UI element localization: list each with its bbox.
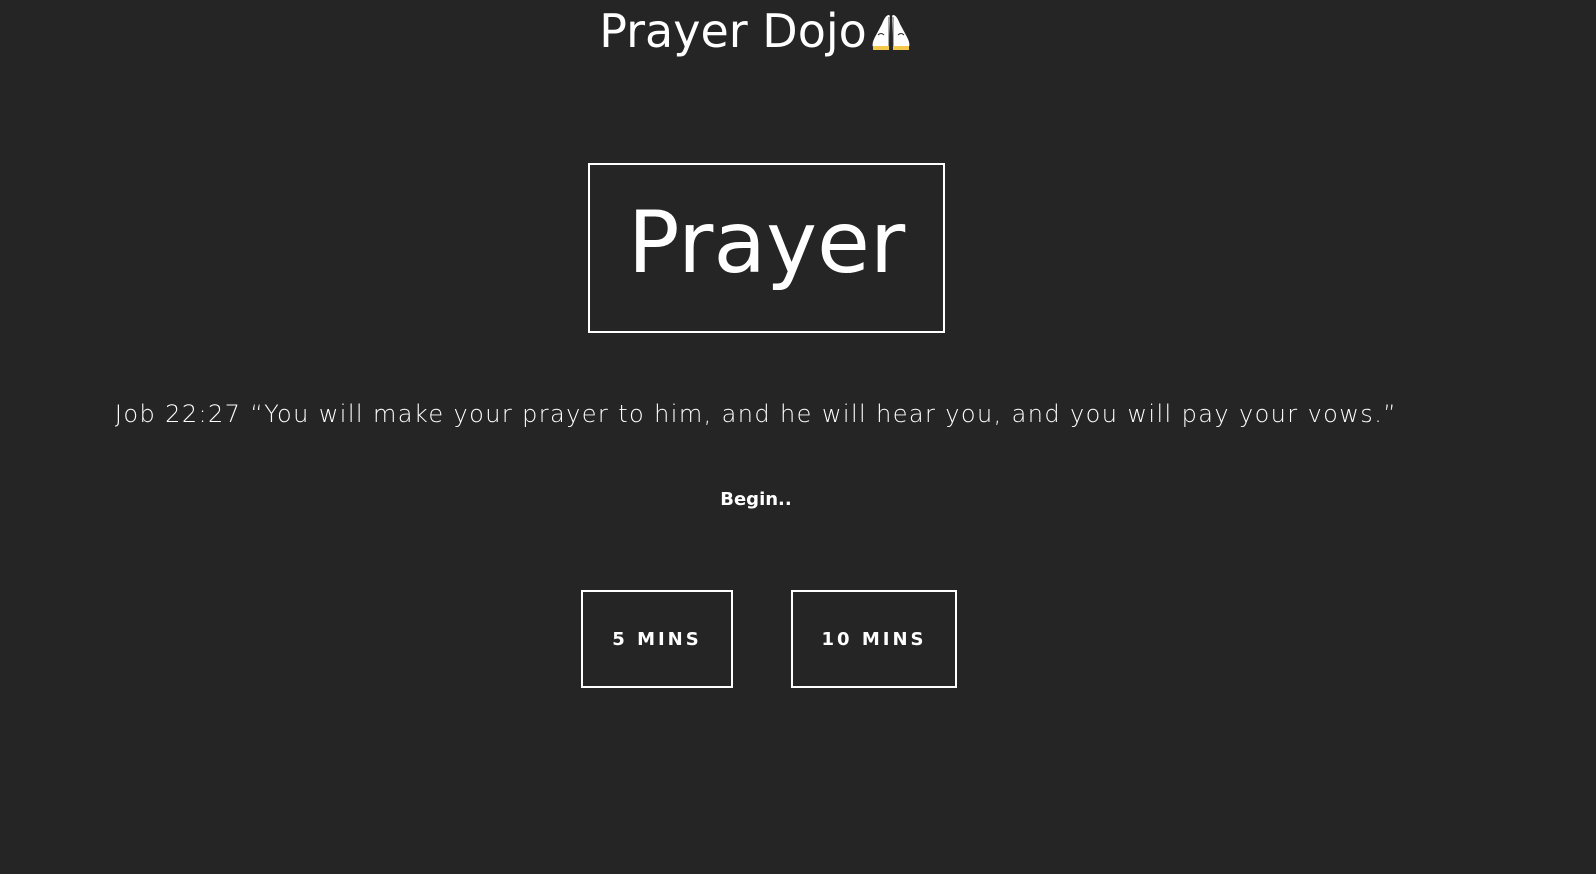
page: Prayer Dojo Prayer Job 22:27 “You will m… <box>0 0 1596 874</box>
ten-minutes-button[interactable]: 10 MINS <box>791 590 957 688</box>
praying-hands-icon <box>869 6 913 50</box>
ten-minutes-label: 10 MINS <box>821 628 927 650</box>
scripture-verse: Job 22:27 “You will make your prayer to … <box>114 400 1398 428</box>
site-title: Prayer Dojo <box>0 2 1512 60</box>
site-title-text: Prayer Dojo <box>599 4 867 58</box>
begin-prompt: Begin.. <box>720 489 792 510</box>
five-minutes-button[interactable]: 5 MINS <box>581 590 733 688</box>
prayer-word: Prayer <box>627 193 906 293</box>
five-minutes-label: 5 MINS <box>612 628 702 650</box>
prayer-word-box: Prayer <box>588 163 945 333</box>
